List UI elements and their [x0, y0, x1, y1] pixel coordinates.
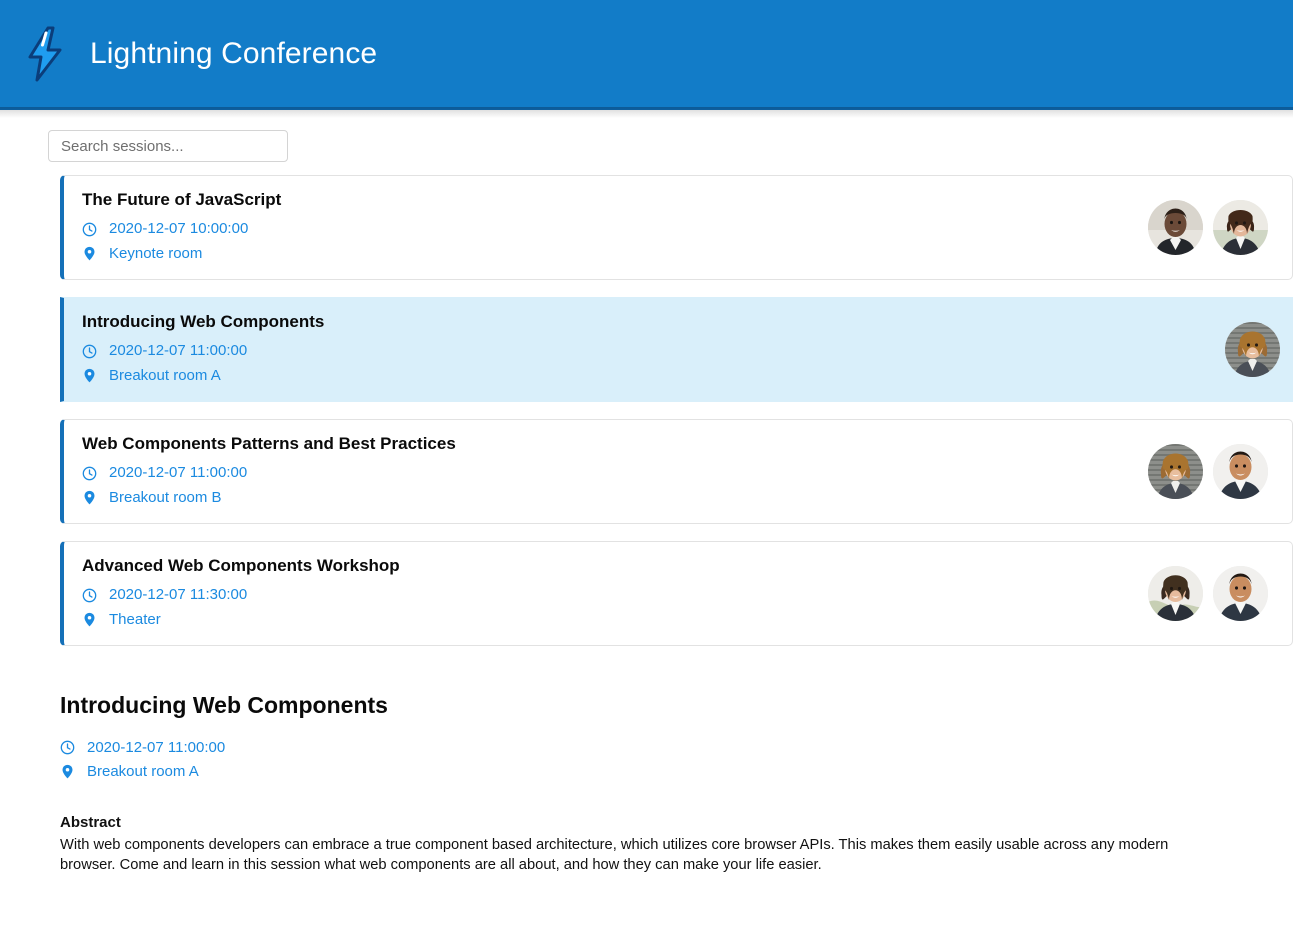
avatar[interactable] [1213, 444, 1268, 499]
session-datetime: 2020-12-07 11:00:00 [109, 342, 248, 360]
session-card[interactable]: The Future of JavaScript 2020-12-07 10:0… [60, 175, 1293, 280]
detail-title: Introducing Web Components [60, 692, 388, 718]
session-location-row: Breakout room B [82, 486, 1148, 509]
avatar[interactable] [1148, 566, 1203, 621]
clock-icon [82, 466, 97, 481]
session-title: The Future of JavaScript [82, 190, 282, 210]
session-datetime: 2020-12-07 10:00:00 [109, 220, 249, 238]
session-location-row: Theater [82, 608, 1148, 631]
session-card[interactable]: Web Components Patterns and Best Practic… [60, 419, 1293, 524]
session-card-body: Advanced Web Components Workshop 2020-12… [82, 556, 1148, 631]
location-pin-icon [82, 612, 97, 627]
session-datetime: 2020-12-07 11:30:00 [109, 586, 248, 604]
session-card[interactable]: Introducing Web Components 2020-12-07 11… [60, 297, 1293, 402]
clock-icon [82, 222, 97, 237]
session-location-row: Keynote room [82, 242, 1148, 265]
speaker-avatar-group [1148, 566, 1272, 621]
main-content: The Future of JavaScript 2020-12-07 10:0… [0, 110, 1293, 875]
speaker-avatar-group [1148, 200, 1272, 255]
clock-icon [82, 344, 97, 359]
avatar[interactable] [1213, 200, 1268, 255]
page-title: Lightning Conference [90, 36, 378, 70]
location-pin-icon [60, 764, 75, 779]
session-location-row: Breakout room A [82, 364, 1225, 387]
session-location: Breakout room B [109, 488, 222, 506]
session-datetime: 2020-12-07 11:00:00 [109, 464, 248, 482]
clock-icon [60, 740, 75, 755]
avatar[interactable] [1213, 566, 1268, 621]
session-card-body: Introducing Web Components 2020-12-07 11… [82, 312, 1225, 387]
session-location: Breakout room A [109, 366, 221, 384]
session-location: Keynote room [109, 244, 203, 262]
session-datetime-row: 2020-12-07 11:00:00 [82, 339, 1225, 362]
search-row [12, 110, 1281, 162]
clock-icon [82, 588, 97, 603]
session-datetime-row: 2020-12-07 10:00:00 [82, 217, 1148, 240]
session-card[interactable]: Advanced Web Components Workshop 2020-12… [60, 541, 1293, 646]
detail-location-row: Breakout room A [60, 760, 1233, 783]
session-title: Web Components Patterns and Best Practic… [82, 434, 456, 454]
location-pin-icon [82, 490, 97, 505]
detail-datetime-row: 2020-12-07 11:00:00 [60, 736, 1233, 759]
session-location: Theater [109, 610, 161, 628]
avatar[interactable] [1148, 200, 1203, 255]
detail-location: Breakout room A [87, 763, 199, 781]
session-title: Introducing Web Components [82, 312, 325, 332]
avatar[interactable] [1148, 444, 1203, 499]
abstract-heading: Abstract [60, 813, 121, 831]
session-list: The Future of JavaScript 2020-12-07 10:0… [12, 175, 1293, 646]
session-title: Advanced Web Components Workshop [82, 556, 400, 576]
abstract-text: With web components developers can embra… [60, 836, 1169, 873]
speaker-avatar-group [1225, 322, 1284, 377]
avatar[interactable] [1225, 322, 1280, 377]
speaker-avatar-group [1148, 444, 1272, 499]
session-datetime-row: 2020-12-07 11:30:00 [82, 583, 1148, 606]
location-pin-icon [82, 368, 97, 383]
detail-datetime: 2020-12-07 11:00:00 [87, 739, 226, 756]
session-card-body: The Future of JavaScript 2020-12-07 10:0… [82, 190, 1148, 265]
session-datetime-row: 2020-12-07 11:00:00 [82, 461, 1148, 484]
search-input[interactable] [48, 130, 288, 162]
session-detail-panel: Introducing Web Components 2020-12-07 11… [12, 663, 1281, 875]
lightning-bolt-icon [22, 26, 68, 82]
location-pin-icon [82, 246, 97, 261]
session-card-body: Web Components Patterns and Best Practic… [82, 434, 1148, 509]
app-header: Lightning Conference [0, 0, 1293, 118]
